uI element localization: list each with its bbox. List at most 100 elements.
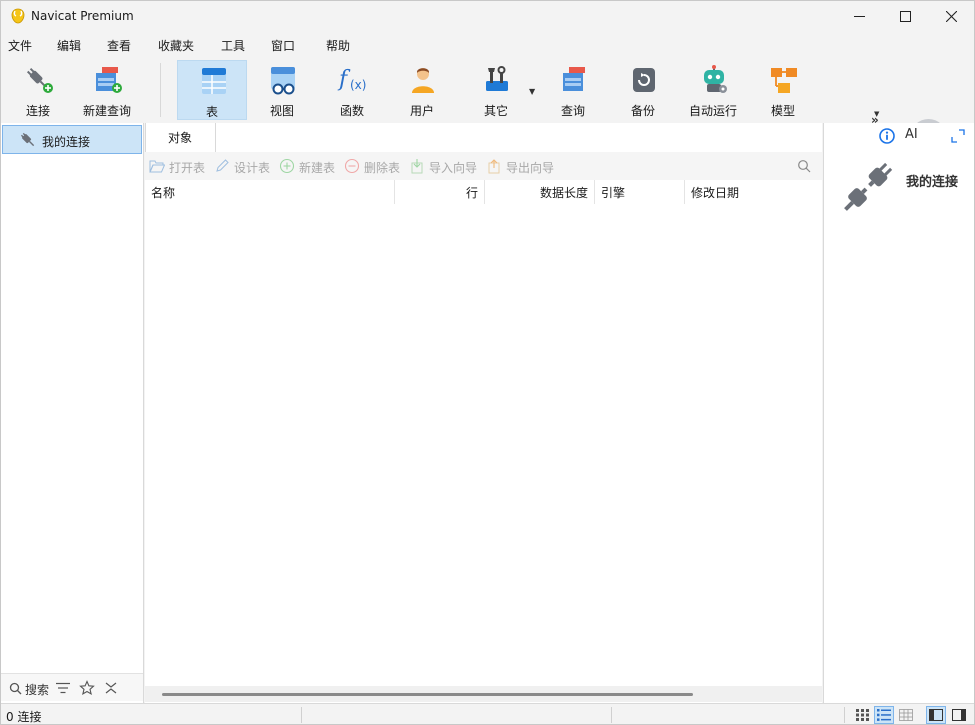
tools-icon	[486, 66, 508, 91]
column-data-length-label: 数据长度	[539, 186, 588, 200]
new-query-icon	[96, 67, 122, 93]
menu-favorites[interactable]: 收藏夹	[158, 37, 194, 54]
collapse-icon[interactable]	[104, 681, 118, 695]
new-query-label: 新建查询	[82, 104, 131, 118]
search-icon[interactable]	[9, 682, 22, 695]
connection-count: 0 连接	[6, 710, 42, 724]
column-header-modified-date[interactable]: 修改日期	[685, 180, 822, 204]
add-circle-icon	[279, 158, 295, 174]
menu-view[interactable]: 查看	[107, 37, 131, 54]
column-rows-label: 行	[465, 186, 478, 200]
plug-icon	[20, 132, 35, 147]
open-table-label: 打开表	[169, 161, 206, 175]
design-table-label: 设计表	[234, 161, 271, 175]
info-title: 我的连接	[906, 175, 959, 190]
folder-open-icon	[149, 160, 165, 173]
maximize-button[interactable]	[882, 1, 928, 31]
user-icon	[412, 68, 434, 93]
query-label: 查询	[560, 104, 585, 118]
list-view-icon	[877, 709, 891, 721]
menu-edit[interactable]: 编辑	[57, 37, 81, 54]
column-header-name[interactable]: 名称	[145, 180, 395, 204]
column-header-engine[interactable]: 引擎	[595, 180, 685, 204]
search-label[interactable]: 搜索	[25, 681, 49, 698]
user-label: 用户	[409, 104, 434, 118]
title-bar: Navicat Premium	[1, 1, 974, 31]
new-query-button[interactable]: 新建查询	[72, 60, 142, 120]
filter-icon[interactable]	[56, 682, 70, 694]
new-table-label: 新建表	[299, 161, 336, 175]
star-icon[interactable]	[79, 680, 95, 696]
horizontal-scrollbar[interactable]	[145, 686, 822, 702]
backup-label: 备份	[630, 104, 655, 118]
export-icon	[488, 159, 500, 174]
toggle-nav-pane-button[interactable]	[926, 706, 946, 724]
minimize-button[interactable]	[836, 1, 882, 31]
left-panel-icon	[929, 709, 943, 721]
maximize-icon	[899, 10, 911, 22]
tab-strip: 对象	[145, 123, 822, 152]
grid-view-icon	[855, 709, 869, 721]
toolbar-more-caret-icon[interactable]: ▼	[874, 110, 879, 118]
view-label: 视图	[269, 104, 294, 118]
detail-view-button[interactable]	[896, 706, 916, 724]
info-icon[interactable]	[879, 128, 895, 144]
connect-label: 连接	[25, 104, 50, 118]
export-wizard-label: 导出向导	[506, 161, 555, 175]
table-button[interactable]: 表	[177, 60, 247, 120]
window-title: Navicat Premium	[31, 9, 134, 23]
ai-tab[interactable]: AI	[905, 127, 918, 142]
automation-button[interactable]: 自动运行	[678, 60, 748, 120]
user-button[interactable]: 用户	[387, 60, 457, 120]
tab-objects[interactable]: 对象	[145, 123, 216, 152]
function-icon: f (x)	[337, 67, 366, 92]
close-button[interactable]	[928, 1, 974, 31]
automation-label: 自动运行	[688, 104, 737, 118]
navigation-pane: 我的连接 搜索	[1, 123, 144, 703]
connection-item-my-connection[interactable]: 我的连接	[2, 125, 142, 154]
other-button[interactable]: 其它	[461, 60, 531, 120]
import-wizard-label: 导入向导	[429, 161, 478, 175]
right-panel-icon	[952, 709, 966, 721]
remove-circle-icon	[344, 158, 360, 174]
toggle-info-pane-button[interactable]	[949, 706, 969, 724]
other-label: 其它	[483, 104, 508, 118]
svg-text:f: f	[337, 67, 351, 92]
column-name-label: 名称	[151, 186, 176, 200]
minimize-icon	[853, 15, 865, 17]
close-icon	[945, 10, 957, 22]
status-bar: 0 连接	[1, 703, 974, 724]
delete-table-label: 删除表	[364, 161, 401, 175]
menu-tools[interactable]: 工具	[221, 37, 245, 54]
connect-button[interactable]: 连接	[3, 60, 73, 120]
grid-view-button[interactable]	[852, 706, 872, 724]
table-label: 表	[205, 105, 218, 119]
table-icon	[202, 68, 226, 94]
menu-window[interactable]: 窗口	[271, 37, 295, 54]
detail-view-icon	[899, 709, 913, 721]
tab-objects-label: 对象	[168, 131, 193, 145]
backup-icon	[633, 68, 655, 92]
robot-icon	[704, 65, 727, 93]
view-button[interactable]: 视图	[247, 60, 317, 120]
query-button[interactable]: 查询	[538, 60, 608, 120]
column-header-rows[interactable]: 行	[395, 180, 485, 204]
object-list[interactable]	[145, 204, 822, 684]
expand-icon[interactable]	[951, 129, 965, 143]
backup-button[interactable]: 备份	[608, 60, 678, 120]
status-separator	[611, 707, 612, 723]
scrollbar-thumb[interactable]	[162, 693, 693, 696]
object-search-icon[interactable]	[797, 159, 811, 173]
menu-help[interactable]: 帮助	[326, 37, 350, 54]
list-view-button[interactable]	[874, 706, 894, 724]
connection-plug-icon	[844, 162, 893, 211]
connection-label: 我的连接	[42, 135, 91, 149]
model-icon	[771, 68, 797, 93]
column-engine-label: 引擎	[601, 186, 626, 200]
model-button[interactable]: 模型	[748, 60, 818, 120]
function-button[interactable]: f (x) 函数	[317, 60, 387, 120]
menu-file[interactable]: 文件	[8, 37, 32, 54]
other-dropdown-icon[interactable]: ▼	[529, 87, 535, 96]
svg-text:(x): (x)	[350, 78, 366, 92]
column-header-data-length[interactable]: 数据长度	[485, 180, 595, 204]
